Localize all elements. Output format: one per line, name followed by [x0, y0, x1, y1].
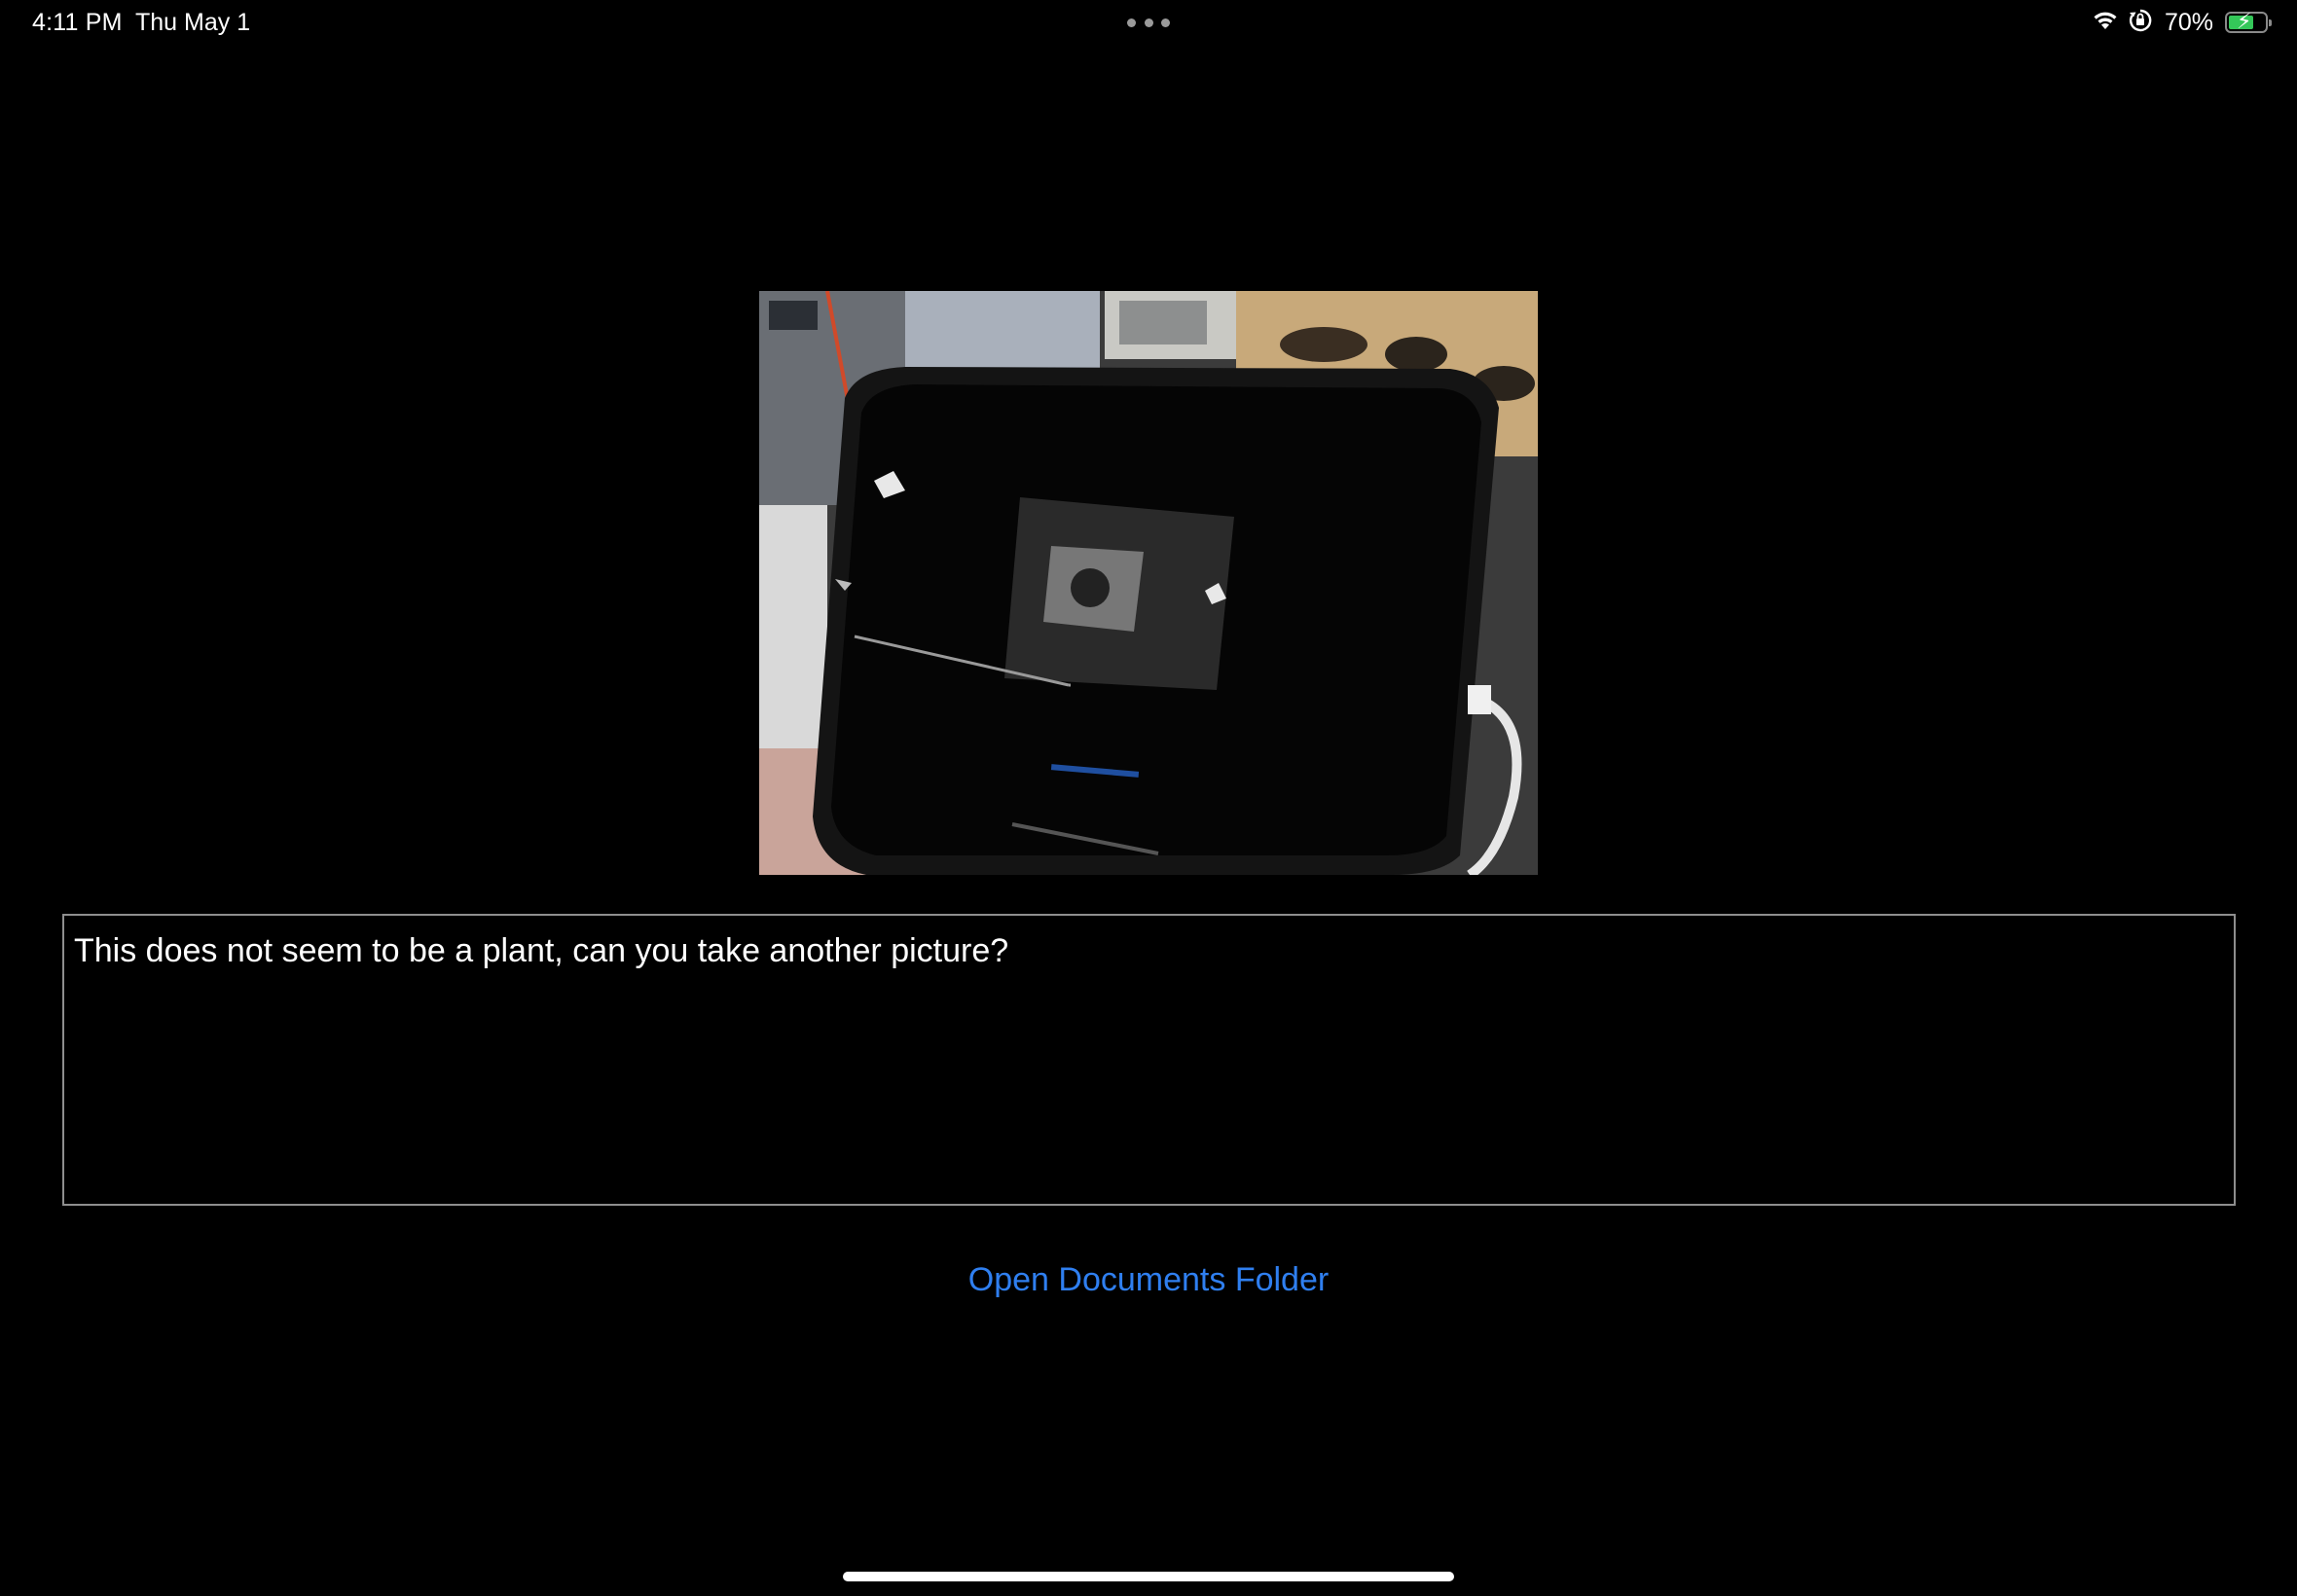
- status-bar: 4:11 PM Thu May 1 70% ⚡: [0, 0, 2297, 47]
- result-text-view[interactable]: This does not seem to be a plant, can yo…: [62, 914, 2236, 1206]
- status-time: 4:11 PM: [32, 9, 123, 36]
- orientation-lock-icon: [2128, 8, 2153, 38]
- captured-photo: [759, 291, 1538, 875]
- battery-percent: 70%: [2164, 8, 2213, 36]
- battery-charging-icon: ⚡: [2225, 11, 2272, 33]
- open-documents-folder-button[interactable]: Open Documents Folder: [0, 1261, 2297, 1299]
- result-message: This does not seem to be a plant, can yo…: [74, 932, 1009, 969]
- home-indicator[interactable]: [843, 1572, 1454, 1581]
- multitasking-menu-icon[interactable]: [1127, 18, 1170, 28]
- status-date: Thu May 1: [135, 9, 251, 36]
- status-indicators: 70% ⚡: [2091, 8, 2272, 38]
- wifi-icon: [2091, 9, 2120, 37]
- app-screen: 4:11 PM Thu May 1 70% ⚡ This does not se…: [0, 0, 2297, 1596]
